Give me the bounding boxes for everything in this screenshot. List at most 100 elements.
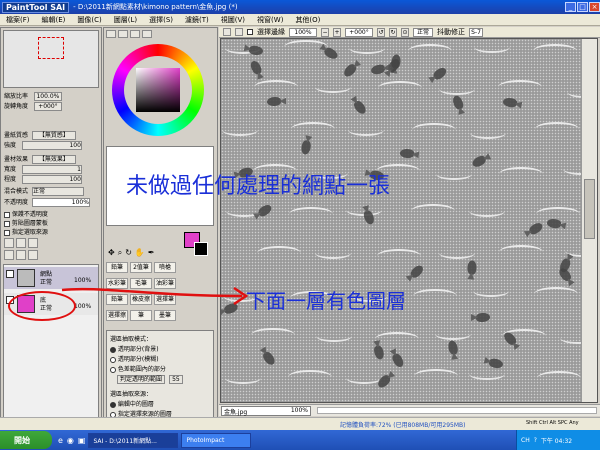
zoom-out-icon[interactable]: − <box>321 27 329 37</box>
option-color-range[interactable]: 色差範圍內的部分 <box>110 364 166 373</box>
wave-motif <box>439 83 476 95</box>
paper-texture-select[interactable]: 【無質感】 <box>31 131 76 140</box>
annotation-arrow <box>61 286 249 306</box>
stabilizer-select[interactable]: S-7 <box>469 27 483 37</box>
rgb-slider-mode-icon[interactable] <box>118 30 128 38</box>
vertical-scrollbar[interactable] <box>581 39 597 402</box>
hand-tool-icon[interactable]: ✋ <box>135 248 145 258</box>
maximize-button[interactable]: □ <box>577 2 588 12</box>
navigator-preview[interactable] <box>3 30 99 88</box>
language-indicator[interactable]: CH <box>521 437 530 444</box>
wave-motif <box>499 245 544 259</box>
radio-icon[interactable] <box>110 366 116 373</box>
tool-panel: ✥ ⌕ ↻ ✋ ✒ 鉛筆 2值筆 噴槍 水彩筆 毛筆 油彩筆 鉛筆 橡皮擦 選擇… <box>103 27 218 430</box>
checkbox-icon[interactable] <box>4 229 10 236</box>
delete-layer-icon[interactable] <box>28 250 38 260</box>
swatch-mode-icon[interactable] <box>142 30 152 38</box>
eyedropper-tool-icon[interactable]: ✒ <box>148 248 155 258</box>
blend-mode-label: 混合模式 <box>4 188 29 195</box>
rotate-left-icon[interactable]: ↺ <box>377 27 385 37</box>
document-tab[interactable]: 金魚.jpg 100% <box>221 406 311 416</box>
background-color-swatch[interactable] <box>194 242 208 256</box>
view-mode-select[interactable]: 正常 <box>413 27 433 37</box>
move-tool-icon[interactable]: ✥ <box>108 248 115 258</box>
option-label: 透明部分(模糊) <box>117 356 159 363</box>
wave-motif <box>498 80 543 94</box>
check-preserve-opacity[interactable]: 保護不透明度 <box>4 209 48 218</box>
quicklaunch-browser-icon[interactable]: ◉ <box>67 436 74 445</box>
wave-motif <box>412 122 457 137</box>
navigator-viewport[interactable] <box>38 37 64 59</box>
copy-layer-icon[interactable] <box>16 250 26 260</box>
saturation-value-square[interactable] <box>136 68 180 112</box>
tool-pencil[interactable]: 鉛筆 <box>106 262 128 273</box>
rotate-tool-icon[interactable]: ↻ <box>125 248 132 258</box>
paper-texture-label: 畫紙質感 <box>4 132 29 139</box>
quicklaunch-desktop-icon[interactable]: ▣ <box>78 436 86 445</box>
degree-label: 程度 <box>4 176 17 183</box>
range-value[interactable]: 55 <box>168 375 183 384</box>
rotate-reset-icon[interactable]: ⊙ <box>401 27 409 37</box>
radio-icon[interactable] <box>110 401 116 408</box>
zoom-in-icon[interactable]: + <box>333 27 341 37</box>
degree-value[interactable]: 100 <box>21 175 82 184</box>
invert-selection-icon[interactable] <box>235 28 243 36</box>
check-clipping-group[interactable]: 剪貼圖層蒙板 <box>4 218 48 227</box>
angle-select[interactable]: +000° <box>345 27 373 37</box>
zoom-tool-icon[interactable]: ⌕ <box>118 248 122 258</box>
menu-select[interactable]: 選擇(S) <box>143 15 179 25</box>
zoom-select[interactable]: 100% <box>289 27 317 37</box>
system-tray: CH ? 下午 04:32 <box>516 430 600 450</box>
radio-icon[interactable] <box>110 346 116 353</box>
menu-others[interactable]: 其他(O) <box>289 15 326 25</box>
task-sai[interactable]: SAI - D:\2011新網點... <box>88 432 179 448</box>
new-layer-icon[interactable] <box>4 238 14 248</box>
check-selection-source[interactable]: 指定選取來源 <box>4 227 48 236</box>
canvas[interactable] <box>220 38 598 403</box>
new-mask-icon[interactable] <box>28 238 38 248</box>
eye-icon[interactable] <box>6 270 14 278</box>
canvas-toolbar: 選擇邊緣 100% − + +000° ↺ ↻ ⊙ 正常 抖動修正 S-7 <box>219 27 600 38</box>
minimize-button[interactable]: _ <box>565 2 576 12</box>
scrollbar-thumb[interactable] <box>584 179 595 239</box>
task-photoimpact[interactable]: PhotoImpact <box>181 432 252 448</box>
color-wheel[interactable] <box>112 44 204 136</box>
checkbox-icon[interactable] <box>4 211 10 218</box>
merge-down-icon[interactable] <box>4 250 14 260</box>
new-folder-icon[interactable] <box>16 238 26 248</box>
checkbox-icon[interactable] <box>4 220 10 227</box>
select-edge-checkbox[interactable] <box>247 29 253 35</box>
menu-edit[interactable]: 編輯(E) <box>36 15 72 25</box>
source-editing-layer[interactable]: 編輯中的圖層 <box>110 399 154 408</box>
color-wheel-mode-icon[interactable] <box>106 30 116 38</box>
tray-help-icon[interactable]: ? <box>534 437 537 444</box>
option-transparent-blur[interactable]: 透明部分(模糊) <box>110 354 159 363</box>
menu-window[interactable]: 視窗(W) <box>251 15 289 25</box>
tool-airbrush[interactable]: 噴槍 <box>154 262 176 273</box>
option-transparent-bg[interactable]: 透明部分(背景) <box>110 344 159 353</box>
rotate-value[interactable]: +000° <box>33 102 62 111</box>
rotate-right-icon[interactable]: ↻ <box>389 27 397 37</box>
menu-layer[interactable]: 圖層(L) <box>108 15 143 25</box>
hsv-slider-mode-icon[interactable] <box>130 30 140 38</box>
width-value[interactable]: 1 <box>21 165 82 174</box>
close-button[interactable]: × <box>589 2 600 12</box>
goldfish-motif <box>466 259 477 275</box>
blend-mode-select[interactable]: 正常 <box>31 187 84 196</box>
strength-value[interactable]: 100 <box>21 141 82 150</box>
opacity-slider[interactable]: 100% <box>31 198 90 207</box>
zoom-value[interactable]: 100.0% <box>33 92 62 101</box>
tool-binary-pen[interactable]: 2值筆 <box>130 262 152 273</box>
menu-filter[interactable]: 濾鏡(T) <box>179 15 215 25</box>
select-edge-label: 選擇邊緣 <box>257 28 285 36</box>
start-button[interactable]: 開始 <box>0 431 52 449</box>
deselect-icon[interactable] <box>223 28 231 36</box>
quicklaunch-ie-icon[interactable]: e <box>58 436 63 445</box>
menu-file[interactable]: 檔案(F) <box>0 15 36 25</box>
menu-view[interactable]: 視圖(V) <box>215 15 251 25</box>
horizontal-scrollbar[interactable] <box>317 407 597 414</box>
brush-effect-row: 畫材效果 【無效果】 <box>4 154 76 164</box>
brush-effect-select[interactable]: 【無效果】 <box>31 155 76 164</box>
radio-icon[interactable] <box>110 356 116 363</box>
menu-canvas[interactable]: 圖像(C) <box>71 15 107 25</box>
